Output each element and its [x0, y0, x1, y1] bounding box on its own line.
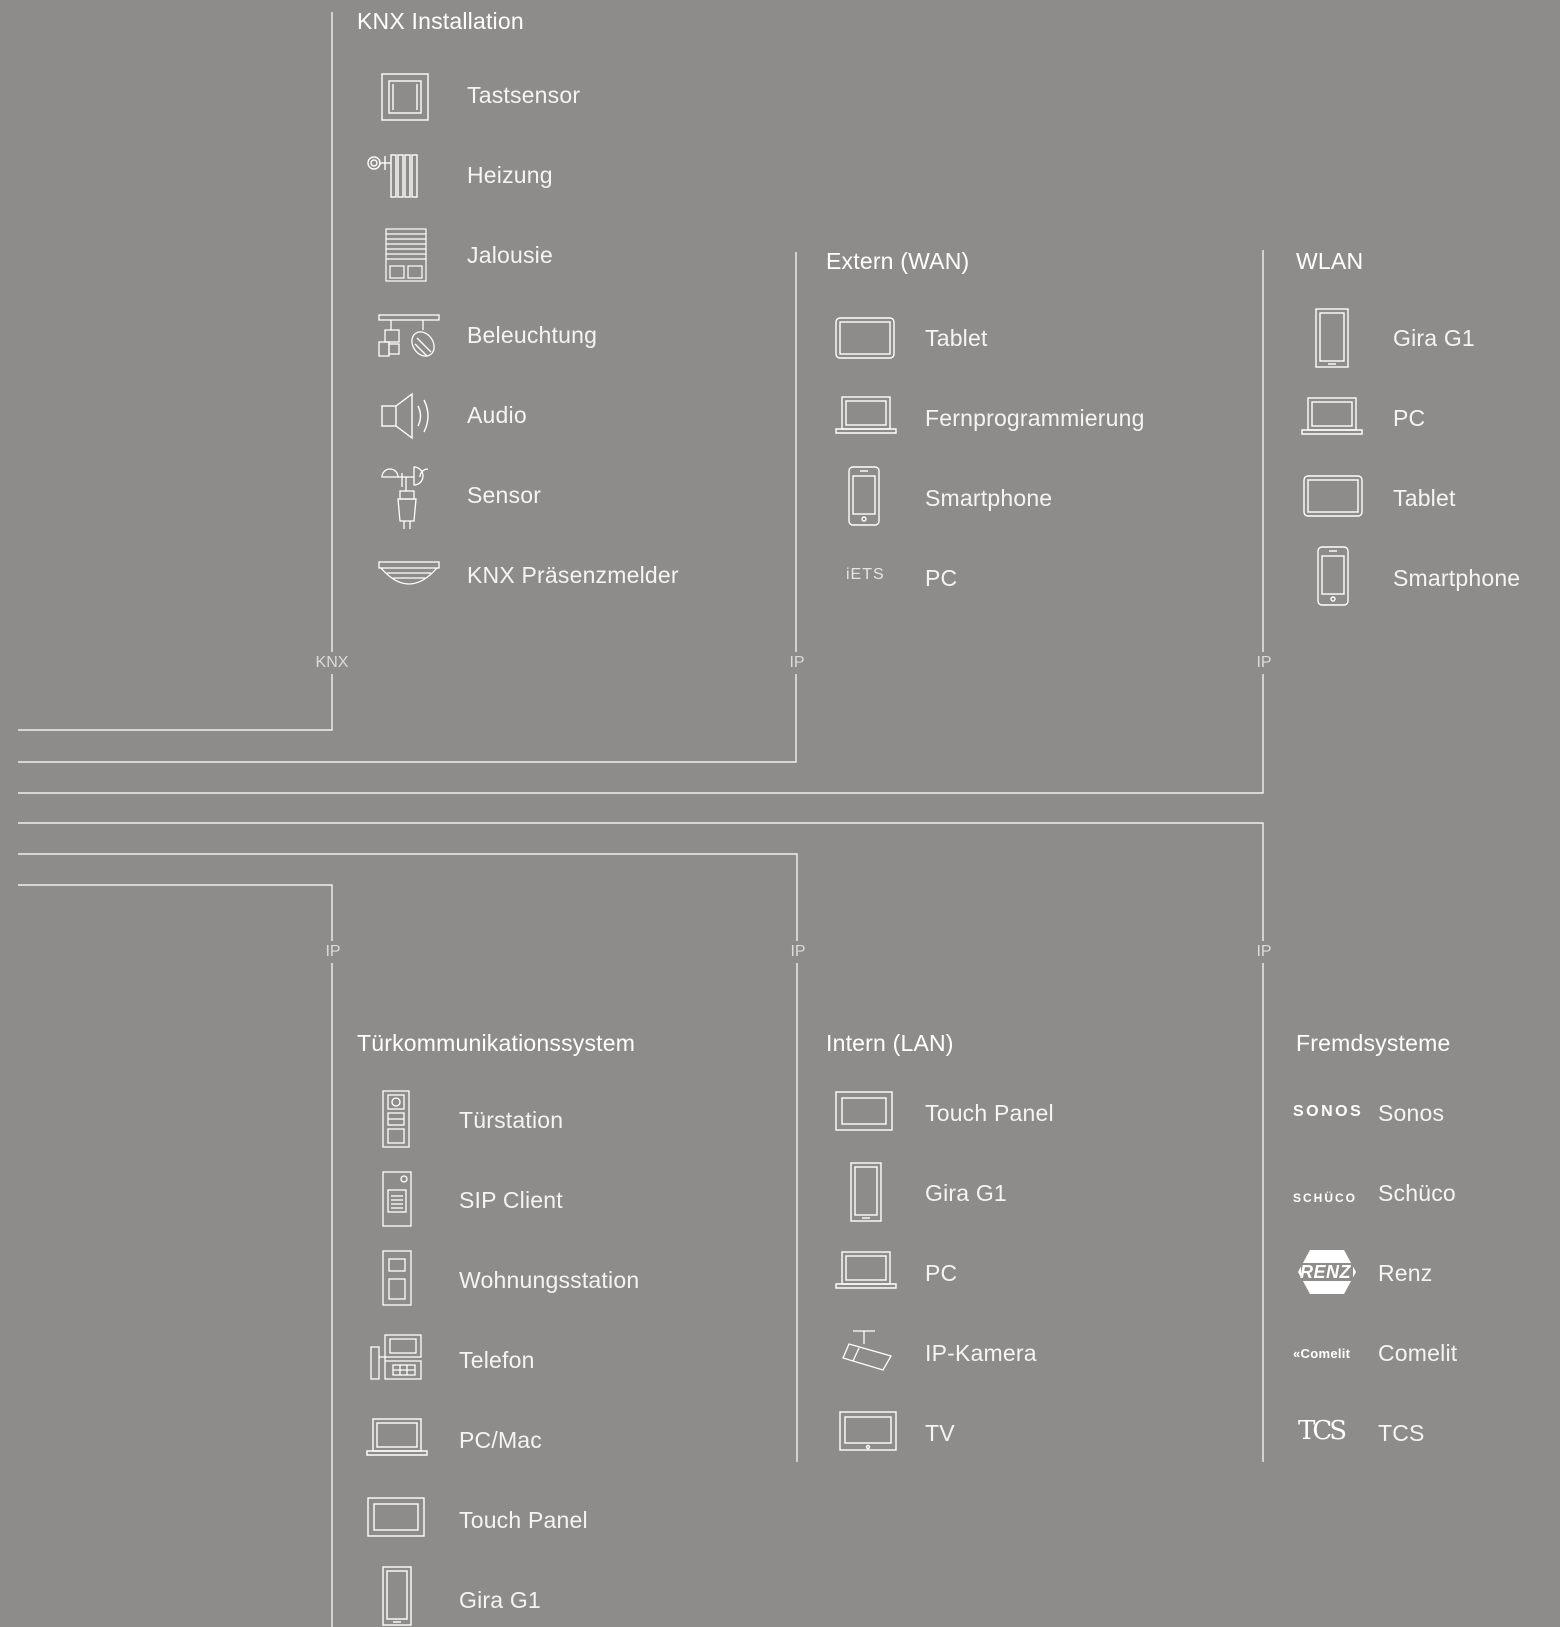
bus-label-wan: IP: [789, 652, 805, 674]
door-item-label: Touch Panel: [459, 1507, 588, 1533]
third-item-label: TCS: [1378, 1420, 1425, 1446]
section-title-wan: Extern (WAN): [826, 248, 970, 274]
knx-item-label: Tastsensor: [467, 82, 581, 108]
door-item-label: Telefon: [459, 1347, 535, 1373]
door-bus-line: [18, 884, 333, 1627]
door-item-label: SIP Client: [459, 1187, 563, 1213]
laptop-icon: [835, 1251, 897, 1289]
touch-panel-icon: [835, 1091, 893, 1131]
third-item-label: Sonos: [1378, 1100, 1445, 1126]
gira-g1-icon: [382, 1566, 412, 1626]
knx-item-label: Beleuchtung: [467, 322, 598, 348]
tablet-icon: [1303, 475, 1363, 517]
bus-label-lan: IP: [790, 941, 806, 963]
radiator-icon: [367, 154, 418, 198]
lan-item-label: TV: [925, 1420, 955, 1446]
lan-item-label: Touch Panel: [925, 1100, 1054, 1126]
tcs-logo-icon: TCS: [1298, 1416, 1347, 1446]
door-station-icon: [382, 1090, 410, 1148]
door-item-label: Gira G1: [459, 1587, 541, 1613]
knx-item-label: KNX Präsenzmelder: [467, 562, 679, 588]
sip-client-icon: [382, 1171, 412, 1227]
spotlight-icon: [378, 314, 440, 357]
presence-detector-icon: [378, 561, 440, 585]
bus-label-third: IP: [1256, 941, 1272, 963]
tablet-icon: [835, 317, 895, 359]
ip-camera-icon: [842, 1330, 892, 1371]
section-title-wlan: WLAN: [1296, 248, 1364, 274]
wlan-item-label: Smartphone: [1393, 565, 1521, 591]
iets-icon: iETS: [846, 566, 885, 583]
push-button-icon: [381, 73, 429, 121]
laptop-icon: [366, 1418, 428, 1456]
tv-icon: [839, 1411, 897, 1451]
knx-item-label: Jalousie: [467, 242, 553, 268]
weather-sensor-icon: [381, 466, 429, 529]
smartphone-icon: [1317, 546, 1349, 606]
laptop-icon: [835, 396, 897, 434]
touch-panel-icon: [367, 1497, 425, 1537]
schueco-logo-icon: SCHÜCO: [1293, 1191, 1358, 1205]
wan-item-label: PC: [925, 565, 958, 591]
blind-icon: [385, 228, 427, 282]
lan-item-label: PC: [925, 1260, 958, 1286]
gira-g1-icon: [850, 1162, 882, 1222]
lan-item-label: Gira G1: [925, 1180, 1007, 1206]
third-item-label: Schüco: [1378, 1180, 1456, 1206]
third-bus-line: [18, 822, 1264, 1462]
wlan-item-label: Tablet: [1393, 485, 1456, 511]
lan-item-label: IP-Kamera: [925, 1340, 1037, 1366]
third-item-label: Renz: [1378, 1260, 1433, 1286]
wan-item-label: Tablet: [925, 325, 988, 351]
wan-item-label: Fernprogrammierung: [925, 405, 1145, 431]
gira-g1-icon: [1315, 308, 1349, 368]
knx-item-label: Heizung: [467, 162, 553, 188]
section-title-door: Türkommunikationssystem: [357, 1030, 636, 1056]
speaker-icon: [381, 392, 429, 440]
smartphone-icon: [848, 466, 880, 526]
wlan-item-label: PC: [1393, 405, 1426, 431]
laptop-icon: [1301, 397, 1363, 435]
wan-item-label: Smartphone: [925, 485, 1053, 511]
knx-item-label: Sensor: [467, 482, 542, 508]
bus-label-door: IP: [325, 941, 341, 963]
section-title-lan: Intern (LAN): [826, 1030, 954, 1056]
door-item-label: PC/Mac: [459, 1427, 542, 1453]
bus-label-wlan: IP: [1256, 652, 1272, 674]
knx-bus-line: [18, 12, 333, 731]
sonos-logo-icon: SONOS: [1293, 1103, 1364, 1120]
wlan-item-label: Gira G1: [1393, 325, 1475, 351]
door-item-label: Türstation: [459, 1107, 564, 1133]
renz-logo-text: RENZ: [1300, 1262, 1351, 1282]
bus-label-knx: KNX: [315, 652, 349, 674]
section-title-third: Fremdsysteme: [1296, 1030, 1451, 1056]
door-item-label: Wohnungsstation: [459, 1267, 640, 1293]
third-item-label: Comelit: [1378, 1340, 1458, 1366]
apartment-station-icon: [382, 1250, 412, 1306]
wlan-bus-line: [18, 250, 1264, 794]
connection-lines: [18, 12, 1264, 1627]
comelit-logo-icon: «Comelit: [1293, 1346, 1351, 1361]
telephone-icon: [370, 1334, 422, 1380]
knx-item-label: Audio: [467, 402, 527, 428]
section-title-knx: KNX Installation: [357, 8, 524, 34]
